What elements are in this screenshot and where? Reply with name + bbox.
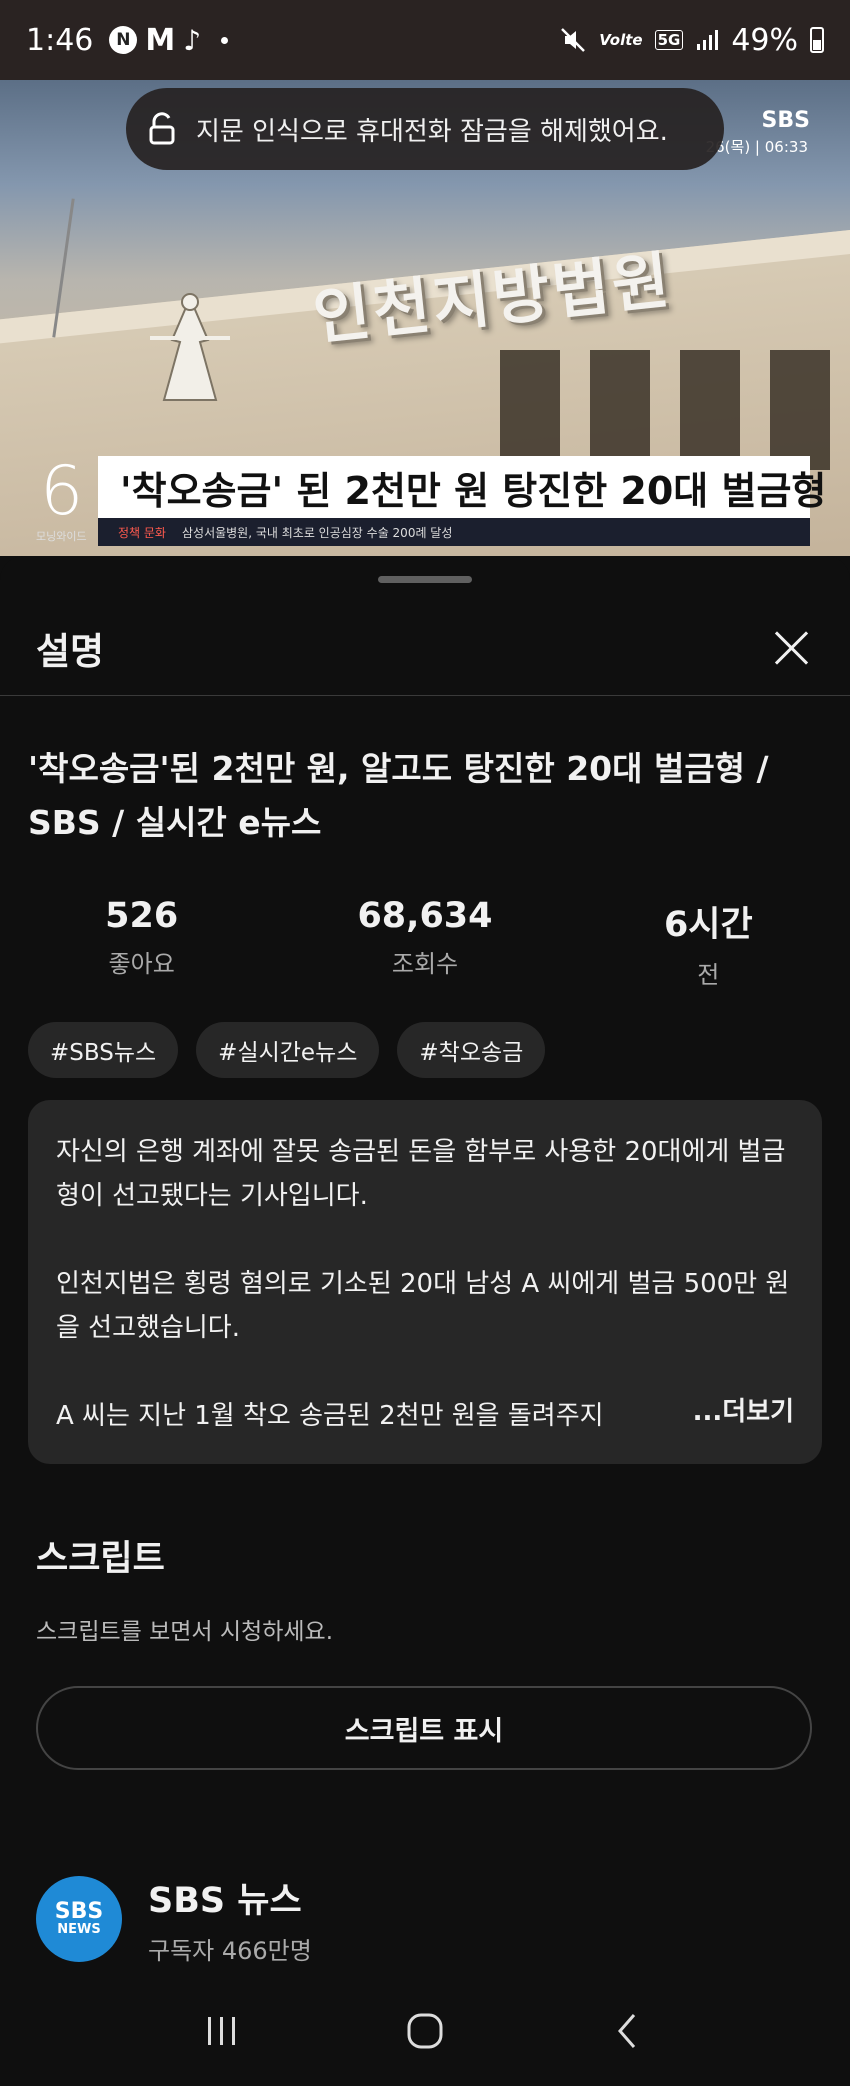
likes-stat: 526 좋아요 xyxy=(0,896,283,990)
channel-avatar[interactable]: SBS NEWS xyxy=(36,1876,122,1962)
home-button[interactable] xyxy=(395,2001,455,2061)
close-icon[interactable] xyxy=(770,626,814,670)
hashtag-chip[interactable]: #착오송금 xyxy=(397,1022,546,1078)
subscriber-count: 구독자 466만명 xyxy=(148,1937,312,1965)
building-windows xyxy=(500,350,830,470)
channel-name[interactable]: SBS 뉴스 xyxy=(148,1872,312,1923)
system-indicators: Volte 5G 49% xyxy=(559,23,824,58)
volte-icon: Volte xyxy=(599,31,643,49)
video-player[interactable]: 인천지방법원 지문 인식으로 휴대전화 잠금을 해제했어요. SBS 26(목)… xyxy=(0,80,850,556)
news-ticker: 정책 문화 삼성서울병원, 국내 최초로 인공심장 수술 200례 달성 xyxy=(98,518,810,546)
transcript-subtitle: 스크립트를 보면서 시청하세요. xyxy=(36,1619,334,1645)
unlock-icon xyxy=(149,112,175,145)
news-caption-box: '착오송금' 된 2천만 원 탕진한 20대 벌금형 xyxy=(98,456,826,518)
home-icon xyxy=(407,2013,443,2049)
drag-handle[interactable] xyxy=(378,576,472,583)
gmail-app-icon: M xyxy=(145,22,176,58)
ticker-tag: 정책 문화 xyxy=(118,525,166,540)
video-title: '착오송금'된 2천만 원, 알고도 탕진한 20대 벌금형 / SBS / 실… xyxy=(28,749,769,842)
upload-time-label: 전 xyxy=(697,961,720,989)
status-bar: 1:46 N M ♪ Volte 5G 49% xyxy=(0,0,850,80)
broadcaster-logo: SBS xyxy=(761,108,810,133)
upload-time-stat: 6시간 전 xyxy=(567,896,850,990)
views-label: 조회수 xyxy=(391,950,459,978)
hashtag-list: #SBS뉴스 #실시간e뉴스 #착오송금 xyxy=(28,1022,546,1078)
transcript-heading: 스크립트 xyxy=(36,1539,165,1579)
back-icon xyxy=(618,2014,636,2048)
notification-icons: N M ♪ xyxy=(109,22,229,58)
likes-label: 좋아요 xyxy=(108,950,175,978)
tiktok-app-icon: ♪ xyxy=(183,23,202,57)
recent-apps-icon xyxy=(207,2017,235,2045)
video-stats: 526 좋아요 68,634 조회수 6시간 전 xyxy=(0,896,850,990)
upload-time-value: 6시간 xyxy=(663,905,753,945)
hashtag-chip[interactable]: #SBS뉴스 xyxy=(28,1022,179,1078)
views-count: 68,634 xyxy=(357,896,493,936)
ticker-text: 삼성서울병원, 국내 최초로 인공심장 수술 200례 달성 xyxy=(181,525,453,540)
show-transcript-button[interactable]: 스크립트 표시 xyxy=(36,1686,812,1770)
hashtag-chip[interactable]: #실시간e뉴스 xyxy=(196,1022,380,1078)
unlock-toast: 지문 인식으로 휴대전화 잠금을 해제했어요. xyxy=(126,88,724,170)
likes-count: 526 xyxy=(105,896,179,936)
program-name: 모닝와이드 xyxy=(36,530,87,543)
news-caption: '착오송금' 된 2천만 원 탕진한 20대 벌금형 xyxy=(120,468,827,513)
more-notifications-dot-icon xyxy=(221,36,229,44)
court-emblem-icon xyxy=(150,293,230,401)
program-number: 6 xyxy=(40,452,84,531)
5g-icon: 5G xyxy=(654,30,684,50)
mute-icon xyxy=(561,28,586,52)
system-navigation-bar xyxy=(0,1976,850,2086)
avatar-text-top: SBS xyxy=(54,1899,104,1924)
battery-percent: 49% xyxy=(731,22,798,58)
back-button[interactable] xyxy=(598,2001,658,2061)
description-paragraph: 자신의 은행 계좌에 잘못 송금된 돈을 함부로 사용한 20대에게 벌금형이 … xyxy=(56,1137,786,1211)
show-more-button[interactable]: ...더보기 xyxy=(636,1390,794,1434)
naver-app-icon: N xyxy=(109,26,138,54)
description-paragraph: 인천지법은 횡령 혐의로 기소된 20대 남성 A 씨에게 벌금 500만 원을… xyxy=(56,1269,790,1343)
battery-icon xyxy=(810,27,824,53)
signal-icon xyxy=(697,30,719,50)
views-stat: 68,634 조회수 xyxy=(283,896,566,990)
description-sheet: 설명 '착오송금'된 2천만 원, 알고도 탕진한 20대 벌금형 / SBS … xyxy=(0,556,850,1976)
recent-apps-button[interactable] xyxy=(192,2001,252,2061)
toast-text: 지문 인식으로 휴대전화 잠금을 해제했어요. xyxy=(196,116,668,147)
description-box[interactable]: 자신의 은행 계좌에 잘못 송금된 돈을 함부로 사용한 20대에게 벌금형이 … xyxy=(28,1100,822,1464)
sheet-title: 설명 xyxy=(36,629,105,673)
sheet-header: 설명 xyxy=(0,600,850,696)
channel-row[interactable]: SBS NEWS SBS 뉴스 구독자 466만명 xyxy=(36,1872,312,1966)
channel-info: SBS 뉴스 구독자 466만명 xyxy=(148,1872,312,1966)
avatar-text-bottom: NEWS xyxy=(57,1922,101,1937)
status-time: 1:46 xyxy=(26,22,94,58)
